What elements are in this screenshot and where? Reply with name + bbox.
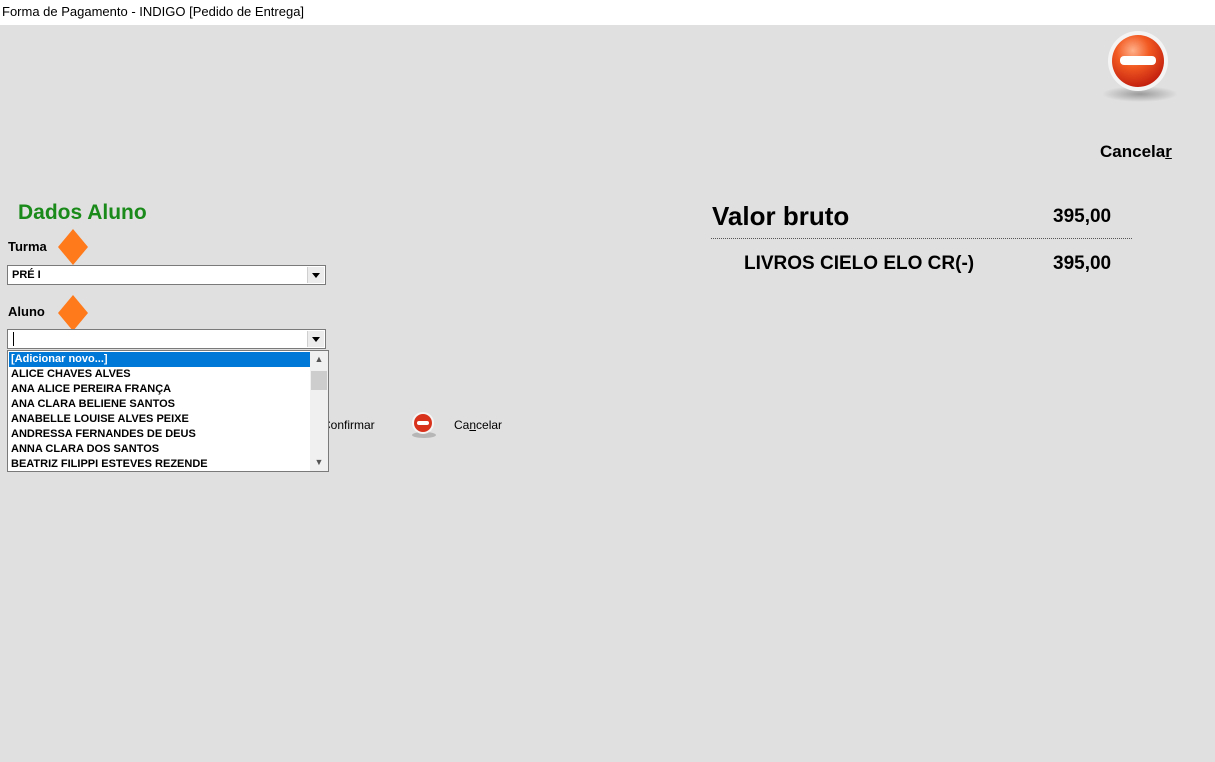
- list-item[interactable]: ANA ALICE PEREIRA FRANÇA: [9, 382, 310, 397]
- title-bar: Forma de Pagamento - INDIGO [Pedido de E…: [0, 0, 1215, 25]
- divider: [711, 238, 1132, 239]
- list-item[interactable]: ANABELLE LOUISE ALVES PEIXE: [9, 412, 310, 427]
- turma-value: PRÉ I: [12, 269, 41, 281]
- valor-bruto-label: Valor bruto: [712, 201, 850, 231]
- cancel-icon[interactable]: [410, 410, 438, 438]
- turma-label: Turma: [8, 239, 47, 254]
- scroll-thumb[interactable]: [311, 371, 327, 390]
- chevron-down-icon[interactable]: [307, 267, 324, 283]
- scrollbar[interactable]: ▲ ▼: [310, 351, 328, 471]
- cancel-hotkey: r: [1165, 142, 1172, 161]
- turma-select[interactable]: PRÉ I: [7, 265, 326, 285]
- scroll-up-icon[interactable]: ▲: [310, 351, 328, 368]
- text-caret: [13, 332, 14, 346]
- payment-method-name: LIVROS CIELO ELO CR(-): [744, 253, 975, 274]
- cancel-button[interactable]: Cancelar: [1100, 142, 1172, 162]
- aluno-label: Aluno: [8, 304, 45, 319]
- list-item[interactable]: ANNA CLARA DOS SANTOS: [9, 442, 310, 457]
- cancel-button[interactable]: Cancelar: [454, 418, 502, 432]
- confirm-button[interactable]: Confirmar: [322, 418, 375, 432]
- list-item[interactable]: ANDRESSA FERNANDES DE DEUS: [9, 427, 310, 442]
- payment-method-amount: 395,00: [1053, 253, 1112, 274]
- aluno-dropdown-list[interactable]: [Adicionar novo...] ALICE CHAVES ALVES A…: [7, 350, 329, 472]
- list-item[interactable]: BEATRIZ FILIPPI ESTEVES REZENDE: [9, 457, 310, 471]
- required-diamond-icon: [58, 229, 88, 265]
- cancel-icon[interactable]: [1100, 30, 1180, 104]
- list-item[interactable]: ANA CLARA BELIENE SANTOS: [9, 397, 310, 412]
- list-item[interactable]: [Adicionar novo...]: [9, 352, 310, 367]
- window-title: Forma de Pagamento - INDIGO [Pedido de E…: [2, 4, 305, 19]
- cancel-label-rest: celar: [476, 418, 503, 432]
- list-item[interactable]: ALICE CHAVES ALVES: [9, 367, 310, 382]
- cancel-label: Cancela: [1100, 142, 1166, 161]
- valor-bruto-amount: 395,00: [1053, 206, 1112, 227]
- chevron-down-icon[interactable]: [307, 331, 324, 347]
- section-title: Dados Aluno: [18, 201, 147, 224]
- required-diamond-icon: [58, 295, 88, 331]
- cancel-label: Ca: [454, 418, 470, 432]
- aluno-combobox[interactable]: [7, 329, 326, 349]
- scroll-down-icon[interactable]: ▼: [310, 454, 328, 471]
